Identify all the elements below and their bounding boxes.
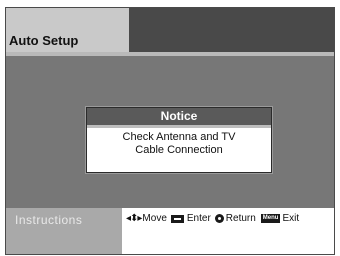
up-down-left-right-arrows-icon: ◂⬍▸ <box>126 213 142 224</box>
return-button-icon <box>214 214 224 223</box>
enter-hint: Enter <box>186 213 211 224</box>
instructions-bar: ◂⬍▸ Move Enter Return Menu Exit <box>122 208 334 254</box>
enter-key-icon <box>170 214 184 223</box>
return-hint: Return <box>225 213 256 224</box>
page-title: Auto Setup <box>9 33 79 48</box>
exit-hint: Exit <box>282 213 300 224</box>
move-hint: Move <box>142 213 167 224</box>
title-tab: Auto Setup <box>6 8 129 52</box>
notice-dialog: Notice Check Antenna and TV Cable Connec… <box>86 107 272 173</box>
instruction-panel: Instructions ◂⬍▸ Move Enter Return Menu … <box>6 208 334 254</box>
auto-setup-screen: Auto Setup Notice Check Antenna and TV C… <box>5 7 335 255</box>
notice-message-line-2: Cable Connection <box>135 144 223 156</box>
notice-message-line-1: Check Antenna and TV <box>122 131 236 143</box>
instructions-row: ◂⬍▸ Move Enter Return Menu Exit <box>126 213 299 224</box>
notice-title: Notice <box>87 108 271 128</box>
menu-key-icon: Menu <box>260 214 281 223</box>
instructions-label: Instructions <box>15 213 83 227</box>
notice-message: Check Antenna and TV Cable Connection <box>87 128 271 157</box>
title-bar: Auto Setup <box>6 8 334 52</box>
instructions-tab: Instructions <box>6 208 122 254</box>
